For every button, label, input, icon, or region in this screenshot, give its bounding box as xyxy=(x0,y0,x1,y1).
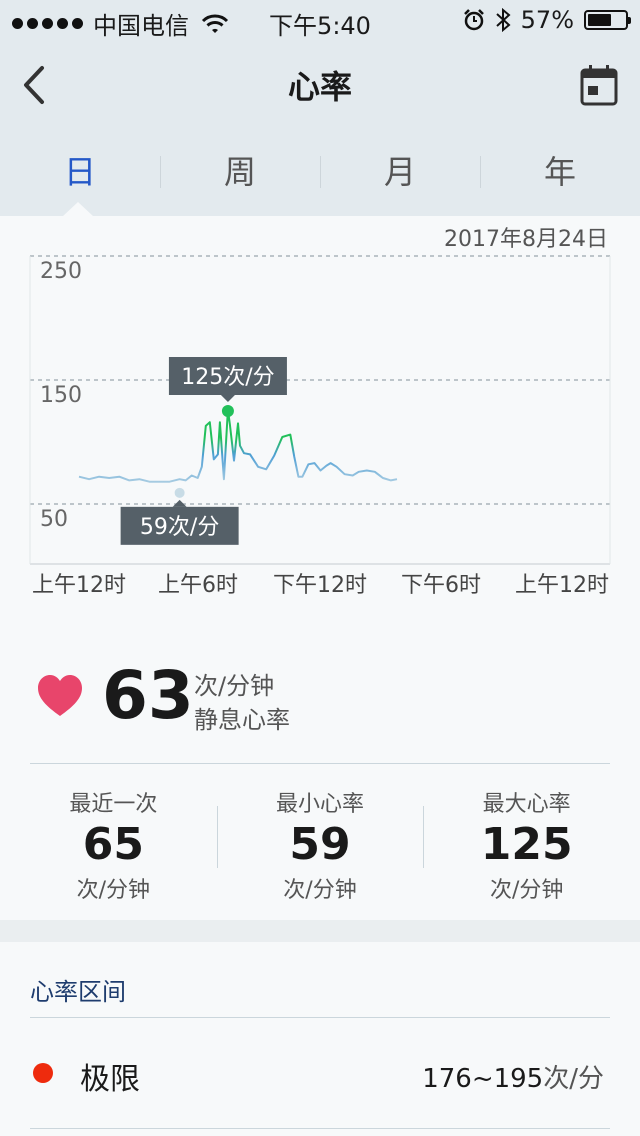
battery-icon xyxy=(584,10,631,30)
divider xyxy=(30,1017,610,1018)
heart-icon xyxy=(38,675,82,716)
alarm-icon xyxy=(463,9,484,31)
stat-label: 最近一次 xyxy=(69,792,158,817)
x-tick-label: 上午6时 xyxy=(158,573,238,598)
tab-month[interactable]: 月 xyxy=(320,142,480,202)
y-tick-label: 150 xyxy=(40,383,82,408)
min-point xyxy=(174,487,185,498)
tab-year[interactable]: 年 xyxy=(480,142,640,202)
active-tab-indicator xyxy=(63,202,93,216)
section-gap xyxy=(0,920,640,942)
x-tick-label: 上午12时 xyxy=(32,573,126,598)
max-tooltip-label: 125次/分 xyxy=(181,365,274,390)
zone-range-unit: 次/分 xyxy=(543,1064,604,1094)
stat-min: 最小心率 59 次/分钟 xyxy=(216,780,424,910)
min-tooltip-label: 59次/分 xyxy=(140,515,219,540)
zone-color-dot xyxy=(33,1063,53,1083)
tooltip-pointer xyxy=(220,395,235,402)
stat-value: 59 xyxy=(289,819,351,870)
calendar-icon[interactable] xyxy=(580,64,618,106)
stat-unit: 次/分钟 xyxy=(283,878,357,903)
stat-label: 最小心率 xyxy=(276,792,365,817)
stat-label: 最大心率 xyxy=(482,792,571,817)
stat-unit: 次/分钟 xyxy=(76,878,151,903)
heart-rate-chart: 2017年8月24日 250 150 50 上午12时 上午6时 下午12时 下… xyxy=(29,227,611,598)
tab-week[interactable]: 周 xyxy=(160,142,320,202)
bluetooth-icon xyxy=(495,8,511,32)
resting-unit: 次/分钟 xyxy=(194,672,275,700)
stat-value: 65 xyxy=(82,819,144,870)
resting-label: 静息心率 xyxy=(194,706,290,734)
heart-rate-zones: 心率区间 极限 176~195次/分 xyxy=(0,942,640,1136)
resting-value: 63 xyxy=(102,657,194,734)
max-point xyxy=(221,405,234,417)
battery-percent: 57% xyxy=(520,6,574,34)
stat-latest: 最近一次 65 次/分钟 xyxy=(10,780,217,910)
zone-name: 极限 xyxy=(80,1062,140,1097)
y-tick-label: 250 xyxy=(40,259,82,284)
zones-title: 心率区间 xyxy=(30,978,126,1006)
stat-unit: 次/分钟 xyxy=(489,878,564,903)
period-tabs: 日 周 月 年 xyxy=(0,142,640,202)
nav-bar: 心率 xyxy=(0,40,640,130)
stat-max: 最大心率 125 次/分钟 xyxy=(423,780,630,910)
x-tick-label: 下午12时 xyxy=(273,573,367,598)
x-tick-label: 下午6时 xyxy=(401,573,481,598)
stats-row: 最近一次 65 次/分钟 最小心率 59 次/分钟 最大心率 125 次/分钟 xyxy=(0,780,640,910)
heart-rate-line xyxy=(78,408,398,483)
tab-day[interactable]: 日 xyxy=(0,142,160,202)
y-tick-label: 50 xyxy=(40,507,68,532)
status-bar: 中国电信 下午5:40 57% xyxy=(0,0,640,40)
resting-heart-rate: 63 次/分钟 静息心率 xyxy=(0,650,640,740)
stat-value: 125 xyxy=(480,819,573,870)
zone-range: 176~195次/分 xyxy=(422,1058,604,1095)
divider xyxy=(30,1128,610,1129)
chart-date: 2017年8月24日 xyxy=(444,227,608,252)
x-tick-label: 上午12时 xyxy=(515,573,609,598)
divider xyxy=(30,763,610,764)
zone-range-value: 176~195 xyxy=(422,1064,544,1094)
page-title: 心率 xyxy=(287,68,352,106)
